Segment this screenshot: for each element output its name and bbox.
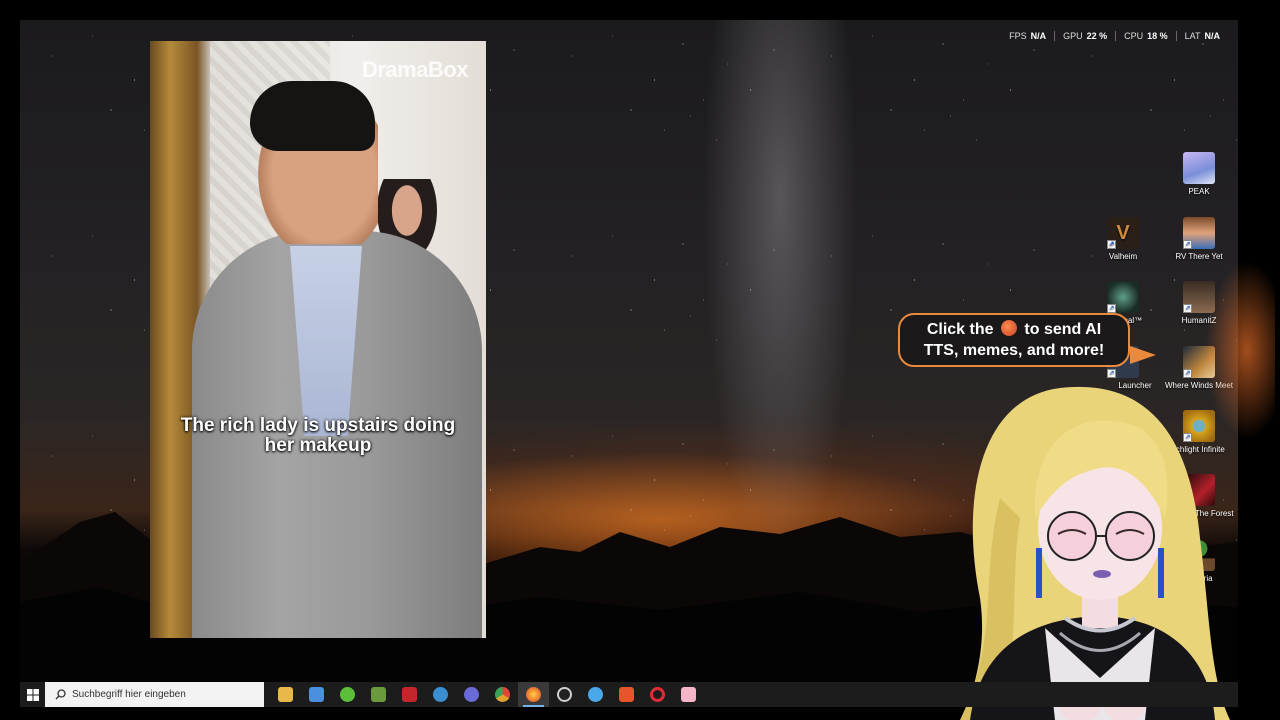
taskbar-app-obs[interactable] bbox=[549, 682, 580, 707]
taskbar-app-game[interactable] bbox=[332, 682, 363, 707]
desktop-icon-peak[interactable]: PEAK bbox=[1162, 152, 1236, 196]
video-subtitle: The rich lady is upstairs doing her make… bbox=[150, 416, 486, 456]
taskbar-app-chrome[interactable] bbox=[487, 682, 518, 707]
bubble-arrow-icon bbox=[1130, 346, 1156, 364]
taskbar: Suchbegriff hier eingeben bbox=[20, 682, 1238, 707]
subtitle-line-1: The rich lady is upstairs doing bbox=[180, 415, 456, 436]
subtitle-line-2: her makeup bbox=[264, 435, 372, 456]
store-icon bbox=[309, 687, 324, 702]
taskbar-app-brave[interactable] bbox=[611, 682, 642, 707]
dramabox-logo: DramaBox bbox=[361, 57, 469, 82]
chrome-icon bbox=[495, 687, 510, 702]
bubble-line-2: TTS, memes, and more! bbox=[923, 342, 1105, 359]
video-player[interactable]: DramaBox The rich lady is upstairs doing… bbox=[150, 41, 486, 638]
desktop-icon-valheim[interactable]: V ↗ Valheim bbox=[1086, 217, 1160, 261]
taskbar-app-minecraft[interactable] bbox=[363, 682, 394, 707]
obs-icon bbox=[557, 687, 572, 702]
search-placeholder: Suchbegriff hier eingeben bbox=[72, 689, 186, 700]
latency-stat: LAT N/A bbox=[1175, 31, 1228, 41]
taskbar-app-ubisoft[interactable] bbox=[394, 682, 425, 707]
cpu-stat: CPU 18 % bbox=[1115, 31, 1176, 41]
steam-icon bbox=[433, 687, 448, 702]
game-icon bbox=[340, 687, 355, 702]
pink-app-icon bbox=[681, 687, 696, 702]
taskbar-app-opera[interactable] bbox=[642, 682, 673, 707]
valheim-icon: V ↗ bbox=[1107, 217, 1139, 249]
taskbar-app-store[interactable] bbox=[301, 682, 332, 707]
tts-promo-bubble: Click the to send AI TTS, memes, and mor… bbox=[898, 313, 1130, 367]
opera-icon bbox=[650, 687, 665, 702]
windows-icon bbox=[26, 688, 39, 701]
fps-stat: FPS N/A bbox=[1009, 31, 1047, 41]
taskbar-app-pink[interactable] bbox=[673, 682, 704, 707]
peak-icon bbox=[1183, 152, 1215, 184]
performance-overlay: FPS N/A GPU 22 % CPU 18 % LAT N/A bbox=[1001, 31, 1228, 41]
file-explorer-icon bbox=[278, 687, 293, 702]
battle-net-icon bbox=[588, 687, 603, 702]
firefox-icon bbox=[526, 687, 541, 702]
taskbar-search-box[interactable]: Suchbegriff hier eingeben bbox=[45, 682, 264, 707]
brave-icon bbox=[619, 687, 634, 702]
man-hair bbox=[250, 81, 375, 151]
returnal-icon: ↗ bbox=[1107, 281, 1139, 313]
taskbar-app-discord[interactable] bbox=[456, 682, 487, 707]
taskbar-apps bbox=[270, 682, 704, 707]
search-icon bbox=[55, 689, 66, 700]
discord-icon bbox=[464, 687, 479, 702]
vtuber-avatar bbox=[960, 386, 1230, 720]
ubisoft-icon bbox=[402, 687, 417, 702]
taskbar-app-steam[interactable] bbox=[425, 682, 456, 707]
orb-icon bbox=[1000, 320, 1017, 336]
minecraft-icon bbox=[371, 687, 386, 702]
taskbar-app-file-explorer[interactable] bbox=[270, 682, 301, 707]
taskbar-app-battle-net[interactable] bbox=[580, 682, 611, 707]
gpu-stat: GPU 22 % bbox=[1054, 31, 1115, 41]
taskbar-app-firefox[interactable] bbox=[518, 682, 549, 707]
start-button[interactable] bbox=[20, 682, 45, 707]
desktop-icon-rv-there-yet[interactable]: ↗ RV There Yet bbox=[1162, 217, 1236, 261]
bubble-line-1: Click the to send AI bbox=[926, 320, 1102, 338]
rv-there-yet-icon: ↗ bbox=[1183, 217, 1215, 249]
